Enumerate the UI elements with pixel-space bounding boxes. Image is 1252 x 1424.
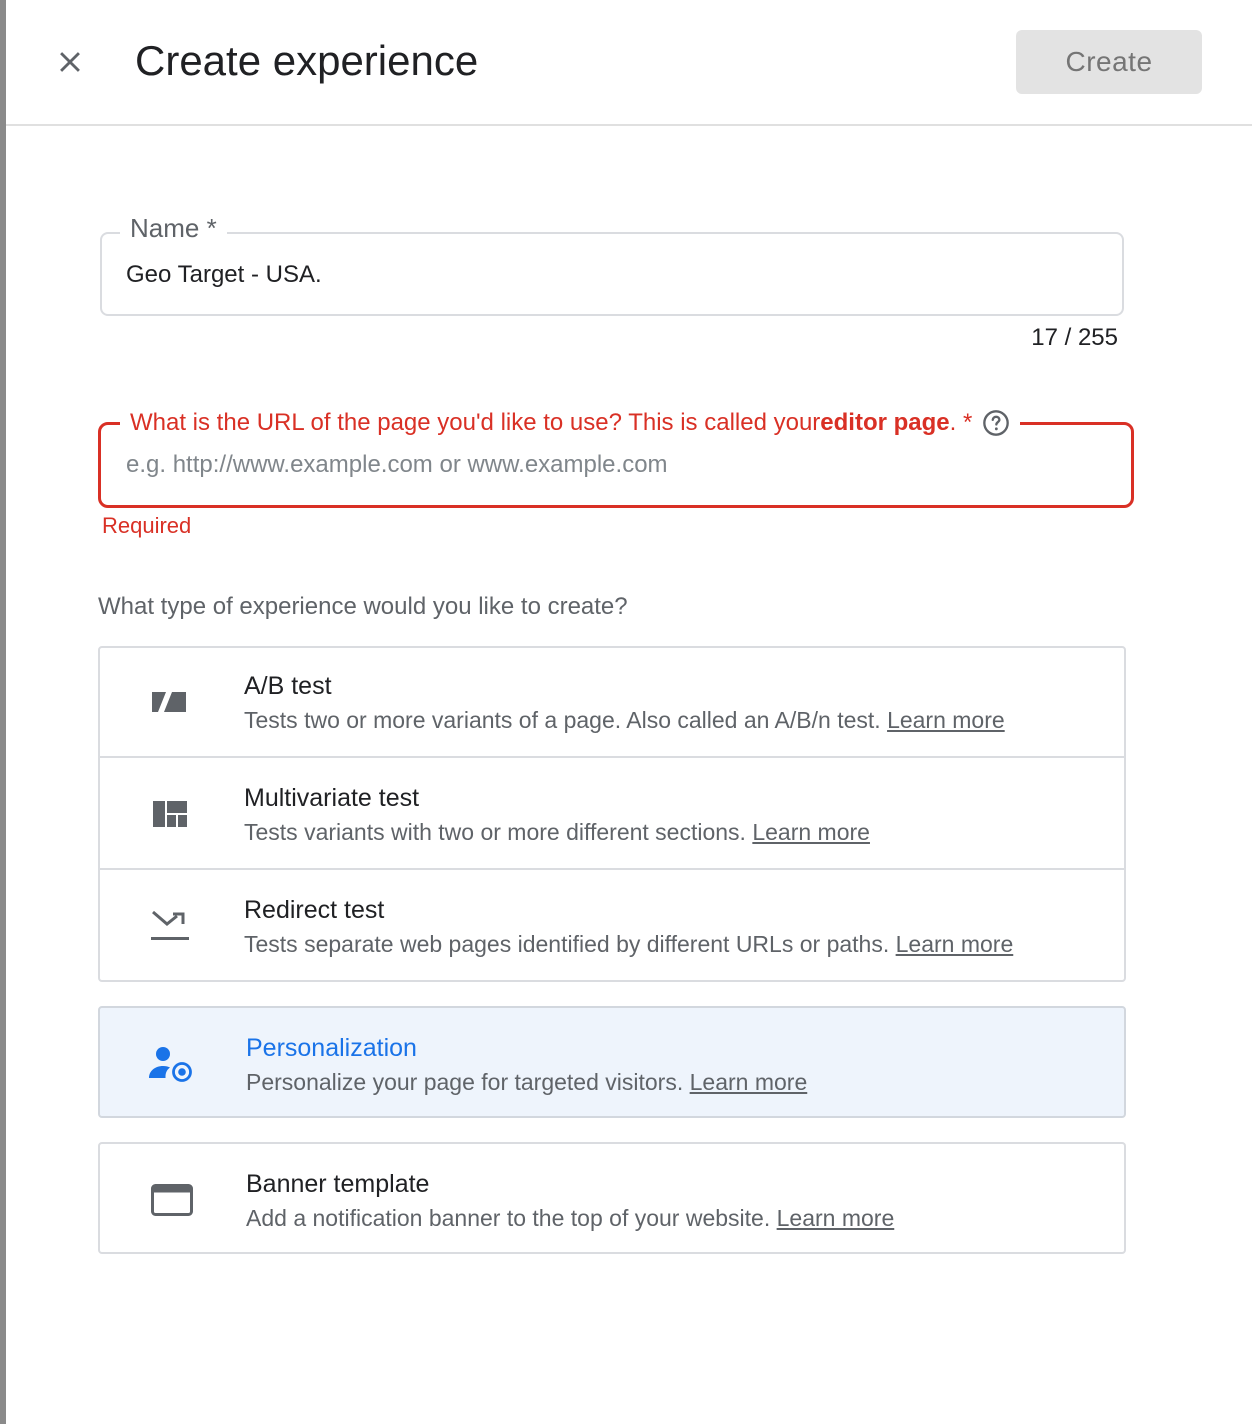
url-label-text: What is the URL of the page you'd like t…: [130, 409, 821, 436]
option-description: Tests two or more variants of a page. Al…: [244, 704, 1005, 736]
experience-type-question: What type of experience would you like t…: [98, 593, 628, 620]
learn-more-link[interactable]: Learn more: [887, 707, 1005, 733]
url-label-bold: editor page: [820, 409, 950, 436]
option-description: Personalize your page for targeted visit…: [246, 1066, 807, 1098]
option-banner-template[interactable]: Banner template Add a notification banne…: [98, 1142, 1126, 1254]
ab-test-icon: [146, 680, 194, 724]
redirect-icon: [146, 904, 194, 948]
close-button[interactable]: [46, 38, 94, 86]
multivariate-icon: [146, 792, 194, 836]
option-description-text: Add a notification banner to the top of …: [246, 1205, 771, 1231]
option-description-text: Tests separate web pages identified by d…: [244, 931, 890, 957]
option-description: Tests separate web pages identified by d…: [244, 928, 1013, 960]
editor-page-url-placeholder: e.g. http://www.example.com or www.examp…: [126, 451, 668, 478]
option-personalization[interactable]: Personalization Personalize your page fo…: [98, 1006, 1126, 1118]
option-title: Redirect test: [244, 896, 385, 924]
url-label-suffix: . *: [949, 409, 973, 436]
name-character-counter: 17 / 255: [1031, 324, 1118, 351]
editor-page-url-label: What is the URL of the page you'd like t…: [120, 406, 1021, 440]
personalization-icon: [148, 1042, 196, 1086]
option-description-text: Personalize your page for targeted visit…: [246, 1069, 684, 1095]
create-experience-dialog: Create experience Create Name * Geo Targ…: [6, 0, 1252, 1424]
banner-icon: [148, 1178, 196, 1222]
option-description: Add a notification banner to the top of …: [246, 1202, 894, 1234]
create-button[interactable]: Create: [1016, 30, 1202, 94]
close-icon: [60, 52, 80, 72]
option-description: Tests variants with two or more differen…: [244, 816, 870, 848]
name-field-value[interactable]: Geo Target - USA.: [126, 258, 322, 292]
option-title: Multivariate test: [244, 784, 420, 812]
option-ab-test[interactable]: A/B test Tests two or more variants of a…: [98, 646, 1126, 758]
learn-more-link[interactable]: Learn more: [896, 931, 1014, 957]
option-title: Personalization: [246, 1034, 417, 1062]
learn-more-link[interactable]: Learn more: [777, 1205, 895, 1231]
option-redirect-test[interactable]: Redirect test Tests separate web pages i…: [98, 868, 1126, 980]
option-description-text: Tests two or more variants of a page. Al…: [244, 707, 881, 733]
option-title: Banner template: [246, 1170, 430, 1198]
learn-more-link[interactable]: Learn more: [752, 819, 870, 845]
name-field-label: Name *: [120, 212, 227, 244]
option-title: A/B test: [244, 672, 332, 700]
option-multivariate-test[interactable]: Multivariate test Tests variants with tw…: [98, 756, 1126, 868]
help-icon[interactable]: [982, 409, 1010, 437]
url-error-message: Required: [102, 513, 192, 538]
dialog-title: Create experience: [135, 37, 479, 84]
learn-more-link[interactable]: Learn more: [690, 1069, 808, 1095]
dialog-header: Create experience Create: [6, 0, 1252, 126]
option-description-text: Tests variants with two or more differen…: [244, 819, 746, 845]
